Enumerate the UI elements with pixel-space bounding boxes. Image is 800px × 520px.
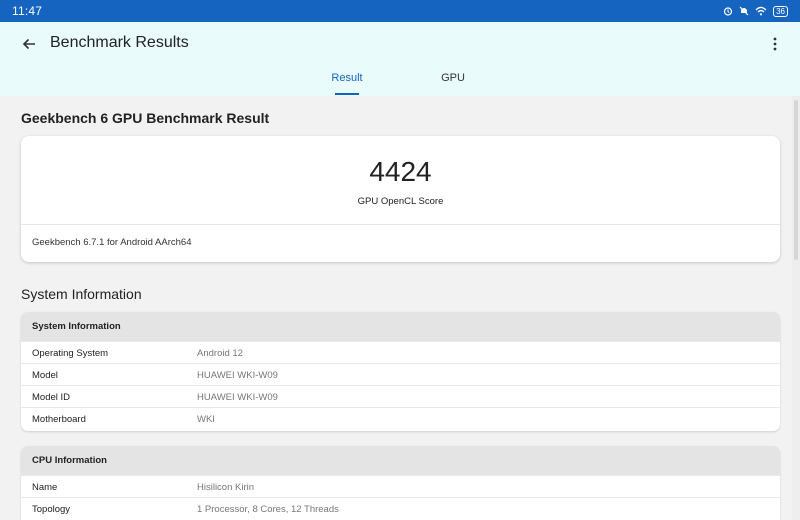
score-value: 4424 xyxy=(369,156,432,187)
table-row: Motherboard WKI xyxy=(21,407,780,429)
more-vertical-icon[interactable] xyxy=(765,33,785,55)
row-key: Topology xyxy=(32,504,71,515)
table-row: Topology 1 Processor, 8 Cores, 12 Thread… xyxy=(21,497,780,519)
score-label: GPU OpenCL Score xyxy=(357,196,444,207)
wifi-icon xyxy=(755,6,767,16)
system-information-heading: System Information xyxy=(21,286,142,302)
row-value: WKI xyxy=(197,414,215,425)
page-title: Benchmark Results xyxy=(50,34,189,51)
status-icons: 36 xyxy=(723,5,788,17)
table-row: Model ID HUAWEI WKI-W09 xyxy=(21,385,780,407)
row-key: Operating System xyxy=(32,348,109,359)
scrollbar-thumb[interactable] xyxy=(794,100,798,260)
divider xyxy=(21,224,780,225)
table-header: System Information xyxy=(21,312,780,341)
row-value: Android 12 xyxy=(197,348,243,359)
table-header: CPU Information xyxy=(21,446,780,475)
status-time: 11:47 xyxy=(12,4,43,18)
tab-bar: Result GPU xyxy=(0,66,800,96)
app-bar: Benchmark Results Result GPU xyxy=(0,22,800,96)
tab-selected-indicator xyxy=(335,93,359,95)
table-row: Name Hisilicon Kirin xyxy=(21,475,780,497)
table-row: Model HUAWEI WKI-W09 xyxy=(21,363,780,385)
alarm-icon xyxy=(723,6,733,16)
row-key: Motherboard xyxy=(32,414,86,425)
scrollbar[interactable] xyxy=(792,96,800,520)
version-info: Geekbench 6.7.1 for Android AArch64 xyxy=(32,237,192,248)
system-information-table: System Information Operating System Andr… xyxy=(21,312,780,431)
cpu-information-table: CPU Information Name Hisilicon Kirin Top… xyxy=(21,446,780,520)
tab-result[interactable]: Result xyxy=(320,72,374,84)
row-value: 1 Processor, 8 Cores, 12 Threads xyxy=(197,504,339,515)
result-heading: Geekbench 6 GPU Benchmark Result xyxy=(21,110,270,126)
row-key: Name xyxy=(32,482,58,493)
table-row: Operating System Android 12 xyxy=(21,341,780,363)
row-value: HUAWEI WKI-W09 xyxy=(197,370,278,381)
row-value: HUAWEI WKI-W09 xyxy=(197,392,278,403)
row-key: Model xyxy=(32,370,58,381)
mute-icon xyxy=(739,6,749,16)
tab-gpu[interactable]: GPU xyxy=(426,72,480,84)
score-card: 4424 GPU OpenCL Score Geekbench 6.7.1 fo… xyxy=(21,136,780,262)
row-key: Model ID xyxy=(32,392,71,403)
arrow-back-icon[interactable] xyxy=(18,33,40,55)
status-bar: 11:47 36 xyxy=(0,0,800,22)
results-content[interactable]: Geekbench 6 GPU Benchmark Result 4424 GP… xyxy=(0,96,792,520)
battery-icon: 36 xyxy=(773,5,788,17)
row-value: Hisilicon Kirin xyxy=(197,482,255,493)
